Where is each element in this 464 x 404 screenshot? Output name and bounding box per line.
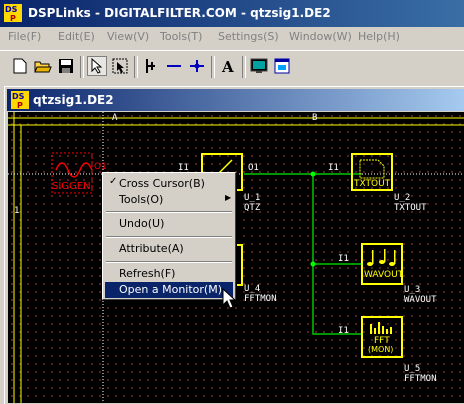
wire-junction bbox=[310, 261, 316, 267]
qtz-instance-id: U_1 bbox=[244, 193, 261, 203]
column-b-label: B bbox=[312, 113, 318, 123]
menu-separator bbox=[106, 211, 232, 213]
menu-item-attribute[interactable]: Attribute(A) bbox=[105, 241, 233, 257]
toolbar: A bbox=[0, 50, 464, 83]
document-title-bar[interactable]: DS P qtzsig1.DE2 bbox=[7, 89, 464, 111]
monitor-screen-icon bbox=[250, 58, 268, 73]
new-file-icon bbox=[13, 58, 27, 74]
menu-item-tools[interactable]: Tools(O) ▶ bbox=[105, 192, 233, 208]
menu-separator bbox=[106, 261, 232, 263]
menu-item-open-monitor[interactable]: Open a Monitor(M) bbox=[105, 282, 233, 298]
menu-file[interactable]: File(F) bbox=[8, 30, 41, 43]
svg-text:P: P bbox=[10, 14, 16, 22]
cursor-marker-icon bbox=[146, 59, 155, 73]
window-view-button[interactable] bbox=[272, 56, 292, 76]
open-folder-button[interactable] bbox=[33, 56, 53, 76]
qtz-output-label: O1 bbox=[248, 163, 259, 173]
txtout-document-icon bbox=[359, 159, 385, 179]
new-file-button[interactable] bbox=[10, 56, 30, 76]
select-tool-button[interactable] bbox=[110, 56, 130, 76]
menu-help[interactable]: Help(H) bbox=[358, 30, 400, 43]
open-monitor-label: Open a Monitor(M) bbox=[119, 283, 223, 296]
menu-item-refresh[interactable]: Refresh(F) bbox=[105, 266, 233, 282]
music-notes-icon bbox=[367, 249, 396, 266]
wire-line-icon bbox=[167, 65, 181, 67]
wire-junction bbox=[310, 171, 316, 177]
undo-label: Undo(U) bbox=[119, 217, 165, 230]
wavout-name: WAVOUT bbox=[404, 295, 437, 305]
schematic-canvas[interactable]: A B 1 SIGGEN O1 I1 O1 U_1 QTZ U_4 FFTMON… bbox=[8, 112, 464, 403]
fftmon-u5-input-label: I1 bbox=[338, 326, 349, 336]
mouse-pointer-icon bbox=[222, 288, 236, 309]
document-title: qtzsig1.DE2 bbox=[33, 93, 114, 107]
row-1-label: 1 bbox=[14, 206, 20, 216]
document-icon: DS P bbox=[11, 91, 29, 109]
fftmon-u5-icon-subtext: (MON) bbox=[368, 345, 394, 354]
select-arrow-icon bbox=[112, 58, 128, 74]
schematic-drawing bbox=[8, 112, 464, 403]
fftmon-u5-instance-id: U_5 bbox=[404, 364, 421, 374]
toolbar-separator bbox=[134, 56, 138, 78]
svg-text:DS: DS bbox=[5, 5, 18, 14]
wavout-instance-id: U_3 bbox=[404, 285, 421, 295]
pointer-tool-button[interactable] bbox=[87, 56, 107, 76]
toolbar-separator bbox=[242, 56, 246, 78]
menu-bar: File(F) Edit(E) View(V) Tools(T) Setting… bbox=[0, 27, 464, 47]
wavout-input-label: I1 bbox=[338, 254, 349, 264]
fftmon-u5-name: FFTMON bbox=[404, 374, 437, 384]
menu-tools[interactable]: Tools(T) bbox=[160, 30, 202, 43]
menu-edit[interactable]: Edit(E) bbox=[58, 30, 95, 43]
save-button[interactable] bbox=[56, 56, 76, 76]
svg-text:A: A bbox=[221, 58, 234, 74]
siggen-name: SIGGEN bbox=[52, 181, 91, 192]
cursor-tool-button[interactable] bbox=[141, 56, 161, 76]
tools-label: Tools(O) bbox=[119, 193, 164, 206]
monitor-button[interactable] bbox=[249, 56, 269, 76]
fftmon-u4-instance-id: U_4 bbox=[244, 284, 261, 294]
save-disk-icon bbox=[59, 59, 73, 73]
toolbar-separator bbox=[211, 56, 215, 78]
svg-text:P: P bbox=[17, 101, 23, 109]
toolbar-separator bbox=[80, 56, 84, 78]
open-folder-icon bbox=[34, 61, 52, 73]
menu-separator bbox=[106, 236, 232, 238]
window-title: DSPLinks - DIGITALFILTER.COM - qtzsig1.D… bbox=[28, 6, 331, 20]
checkmark-icon: ✓ bbox=[109, 176, 118, 187]
menu-window[interactable]: Window(W) bbox=[289, 30, 352, 43]
txtout-input-label: I1 bbox=[328, 163, 339, 173]
refresh-label: Refresh(F) bbox=[119, 267, 176, 280]
txtout-icon-text: TXTOUT bbox=[354, 179, 391, 189]
fftmon-u4-name: FFTMON bbox=[244, 294, 277, 304]
dsp-app-icon: DS P bbox=[4, 4, 22, 22]
wavout-icon-text: WAVOUT bbox=[364, 270, 404, 280]
text-a-icon: A bbox=[221, 58, 234, 74]
junction-dot-icon bbox=[190, 60, 204, 72]
pointer-arrow-icon bbox=[91, 58, 103, 74]
menu-settings[interactable]: Settings(S) bbox=[218, 30, 279, 43]
sine-wave-icon bbox=[55, 162, 93, 178]
submenu-arrow-icon: ▶ bbox=[225, 193, 232, 202]
window-frame-icon bbox=[274, 58, 290, 74]
wire-tool-button[interactable] bbox=[164, 56, 184, 76]
qtz-name: QTZ bbox=[244, 203, 261, 213]
column-a-label: A bbox=[112, 113, 118, 123]
app-title-bar[interactable]: DS P DSPLinks - DIGITALFILTER.COM - qtzs… bbox=[0, 0, 464, 27]
txtout-name: TXTOUT bbox=[394, 203, 427, 213]
cross-cursor-label: Cross Cursor(B) bbox=[119, 177, 205, 190]
svg-text:DS: DS bbox=[12, 92, 25, 101]
attribute-label: Attribute(A) bbox=[119, 242, 184, 255]
menu-item-cross-cursor[interactable]: ✓ Cross Cursor(B) bbox=[105, 176, 233, 192]
spectrum-bars-icon bbox=[370, 322, 392, 334]
context-menu: ✓ Cross Cursor(B) Tools(O) ▶ Undo(U) Att… bbox=[102, 172, 236, 300]
text-tool-button[interactable]: A bbox=[218, 56, 238, 76]
menu-view[interactable]: View(V) bbox=[107, 30, 149, 43]
txtout-instance-id: U_2 bbox=[394, 193, 411, 203]
siggen-port-label: O1 bbox=[94, 162, 107, 172]
menu-item-undo[interactable]: Undo(U) bbox=[105, 216, 233, 232]
junction-tool-button[interactable] bbox=[187, 56, 207, 76]
